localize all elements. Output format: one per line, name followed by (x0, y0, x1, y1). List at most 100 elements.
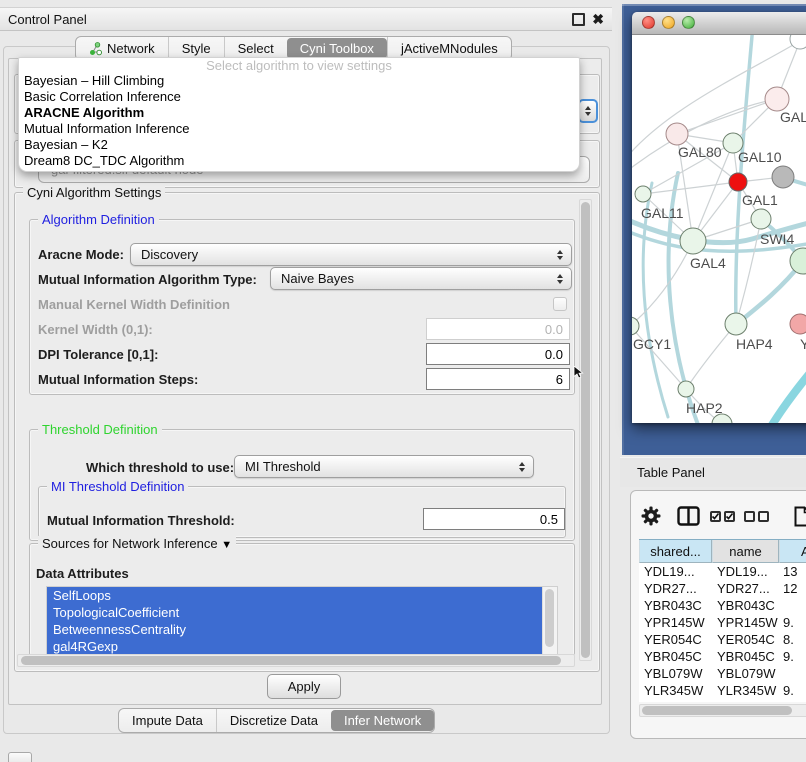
column-header-shared-name[interactable]: shared... (639, 540, 712, 563)
which-threshold-label: Which threshold to use: (86, 460, 234, 475)
kernel-width-input[interactable]: 0.0 (426, 318, 570, 340)
mi-threshold-input[interactable]: 0.5 (423, 508, 565, 530)
table-row[interactable]: YBL079W YBL079W (639, 665, 806, 682)
combo-arrows-icon (549, 274, 563, 284)
network-node[interactable] (666, 123, 688, 145)
table-header-row: shared... name A (639, 539, 806, 563)
table-row[interactable]: YER054C YER054C 8. (639, 631, 806, 648)
settings-vertical-scrollbar[interactable] (579, 199, 592, 661)
network-graph-view[interactable]: GAL80 GAL10 GAL1 GAL11 SWI4 GAL4 GCY1 HA… (632, 35, 806, 423)
network-node[interactable] (635, 186, 651, 202)
table-row[interactable]: YIL052C YIL052C 9 (639, 699, 806, 702)
table-row[interactable]: YDL19... YDL19... 13 (639, 563, 806, 580)
mi-threshold-box-title: MI Threshold Definition (47, 479, 188, 494)
manual-kernel-label: Manual Kernel Width Definition (38, 297, 230, 312)
node-label-gal80: GAL80 (678, 144, 722, 160)
mi-type-combo[interactable]: Naive Bayes (270, 267, 572, 290)
network-node-selected[interactable] (729, 173, 747, 191)
tab-infer-network[interactable]: Infer Network (331, 710, 434, 731)
combo-arrows-icon (549, 250, 563, 260)
node-label-gal10: GAL10 (738, 149, 782, 165)
which-threshold-combo[interactable]: MI Threshold (234, 455, 534, 478)
algorithm-definition-box: Algorithm Definition Aracne Mode: Discov… (29, 219, 575, 395)
list-item-topologicalcoefficient[interactable]: TopologicalCoefficient (47, 604, 543, 621)
network-node[interactable] (765, 87, 789, 111)
mi-steps-input[interactable]: 6 (426, 368, 570, 390)
algorithm-definition-title: Algorithm Definition (38, 212, 159, 227)
popup-item-bayesian-k2[interactable]: Bayesian – K2 (19, 137, 579, 153)
tab-cyni-toolbox[interactable]: Cyni Toolbox (287, 38, 387, 59)
panel-corner-button[interactable] (8, 752, 32, 762)
columns-icon[interactable] (671, 506, 705, 526)
attributes-scrollbar[interactable] (542, 587, 557, 656)
table-row[interactable]: YPR145W YPR145W 9. (639, 614, 806, 631)
aracne-mode-label: Aracne Mode: (38, 247, 124, 262)
algorithm-popup-placeholder: Select algorithm to view settings (19, 58, 579, 73)
table-horizontal-scrollbar[interactable] (639, 704, 806, 717)
popup-item-basic-correlation[interactable]: Basic Correlation Inference (19, 89, 579, 105)
network-node[interactable] (751, 209, 771, 229)
network-window-titlebar[interactable] (632, 12, 806, 35)
tab-discretize-data[interactable]: Discretize Data (216, 709, 331, 732)
network-tab-icon (89, 42, 102, 56)
list-item-betweennesscentrality[interactable]: BetweennessCentrality (47, 621, 543, 638)
node-label-hap4: HAP4 (736, 336, 773, 352)
cyni-algorithm-settings-box: Cyni Algorithm Settings Algorithm Defini… (14, 192, 600, 672)
mouse-cursor (574, 366, 585, 379)
network-node[interactable] (790, 35, 806, 49)
network-graph (632, 35, 806, 423)
network-view-window: GAL80 GAL10 GAL1 GAL11 SWI4 GAL4 GCY1 HA… (632, 12, 806, 423)
sources-box: Sources for Network Inference ▼ Data Att… (29, 543, 575, 656)
popup-item-aracne[interactable]: ARACNE Algorithm (19, 105, 579, 121)
column-header-name[interactable]: name (712, 540, 779, 563)
node-label-gal11: GAL11 (641, 205, 684, 221)
collapse-down-icon: ▼ (221, 539, 232, 551)
popup-item-dream8[interactable]: Dream8 DC_TDC Algorithm (19, 153, 579, 169)
node-label-gal1: GAL1 (742, 192, 778, 208)
close-icon[interactable]: ✖ (592, 12, 604, 26)
popup-item-mutual-information[interactable]: Mutual Information Inference (19, 121, 579, 137)
table-toolbar (631, 503, 806, 529)
new-table-file-icon[interactable] (787, 506, 806, 527)
popup-item-bayesian-hill-climbing[interactable]: Bayesian – Hill Climbing (19, 73, 579, 89)
dpi-tolerance-label: DPI Tolerance [0,1]: (38, 347, 158, 362)
float-window-icon[interactable] (572, 13, 585, 26)
sources-title[interactable]: Sources for Network Inference ▼ (38, 536, 236, 553)
algorithm-dropdown-popup: Select algorithm to view settings Bayesi… (18, 57, 580, 172)
cyni-bottom-tabbar: Impute Data Discretize Data Infer Networ… (118, 708, 435, 733)
table-panel-titlebar: Table Panel (620, 457, 806, 487)
gear-icon[interactable] (631, 506, 671, 526)
close-traffic-light[interactable] (642, 16, 655, 29)
select-all-checks-icon[interactable] (705, 511, 739, 522)
list-item-gal4rgexp[interactable]: gal4RGexp (47, 638, 543, 655)
tab-impute-data[interactable]: Impute Data (119, 709, 216, 732)
algorithm-combo-arrow-button[interactable] (578, 99, 598, 123)
minimize-traffic-light[interactable] (662, 16, 675, 29)
combo-arrows-icon (511, 462, 525, 472)
network-node[interactable] (725, 313, 747, 335)
mi-steps-label: Mutual Information Steps: (38, 372, 198, 387)
list-item-selfloops[interactable]: SelfLoops (47, 587, 543, 604)
column-header-third[interactable]: A (779, 540, 806, 563)
settings-horizontal-scrollbar[interactable] (17, 654, 575, 667)
zoom-traffic-light[interactable] (682, 16, 695, 29)
network-node[interactable] (678, 381, 694, 397)
apply-button[interactable]: Apply (267, 674, 341, 699)
table-row[interactable]: YLR345W YLR345W 9. (639, 682, 806, 699)
threshold-definition-title: Threshold Definition (38, 422, 162, 437)
node-label-hap2: HAP2 (686, 400, 723, 416)
network-node[interactable] (790, 248, 806, 274)
table-row[interactable]: YDR27... YDR27... 12 (639, 580, 806, 597)
dpi-tolerance-input[interactable]: 0.0 (426, 343, 570, 365)
network-node[interactable] (772, 166, 794, 188)
table-row[interactable]: YBR045C YBR045C 9. (639, 648, 806, 665)
network-node[interactable] (680, 228, 706, 254)
node-label-gal4: GAL4 (690, 255, 726, 271)
deselect-all-checks-icon[interactable] (739, 511, 773, 522)
aracne-mode-combo[interactable]: Discovery (130, 243, 572, 266)
node-label-swi4: SWI4 (760, 231, 794, 247)
manual-kernel-checkbox[interactable] (553, 297, 567, 311)
network-node[interactable] (790, 314, 806, 334)
data-attributes-label: Data Attributes (36, 566, 129, 581)
table-row[interactable]: YBR043C YBR043C (639, 597, 806, 614)
